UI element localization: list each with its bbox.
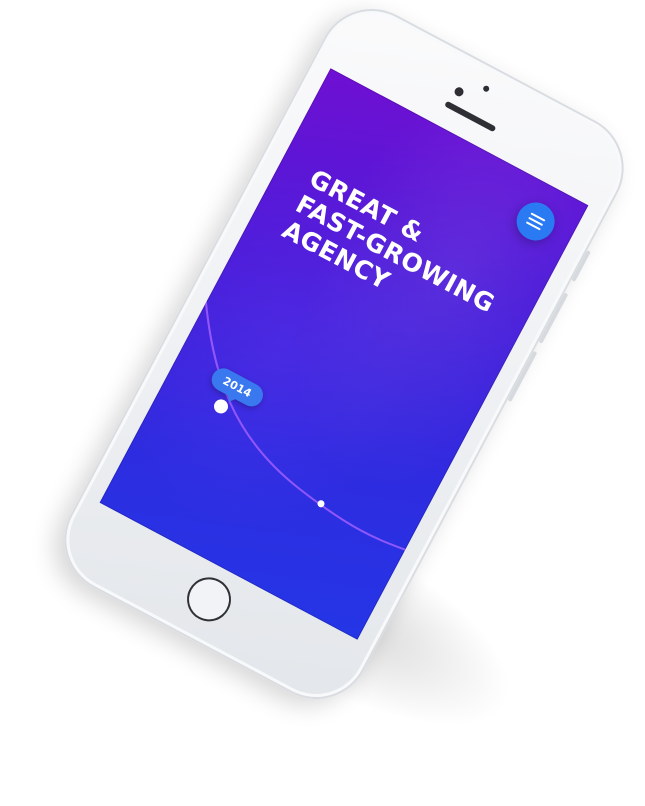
product-mockup-stage: 2014 GREAT & FAST-GROWING AGENCY — [0, 0, 645, 806]
volume-down-button — [507, 350, 538, 403]
phone-screen: 2014 GREAT & FAST-GROWING AGENCY — [99, 68, 589, 640]
earpiece-speaker — [444, 100, 497, 133]
front-camera — [452, 85, 466, 98]
proximity-sensor — [482, 84, 491, 93]
hamburger-menu-icon — [525, 212, 546, 231]
timeline-curve — [203, 284, 423, 558]
timeline-graphic — [203, 284, 423, 558]
home-button[interactable] — [179, 569, 239, 630]
phone-device: 2014 GREAT & FAST-GROWING AGENCY — [45, 0, 643, 719]
volume-up-button — [538, 292, 569, 344]
mute-switch — [571, 250, 591, 282]
